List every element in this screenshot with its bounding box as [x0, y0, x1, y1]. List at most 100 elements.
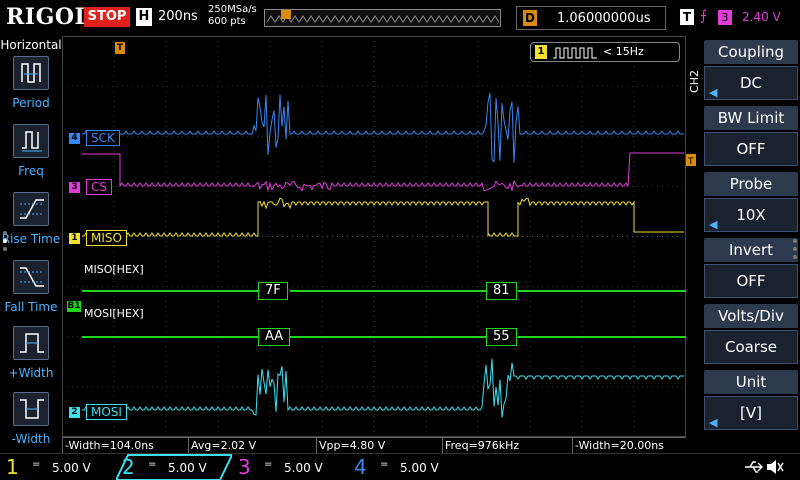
menu-item-label: +Width — [8, 366, 54, 380]
delay-label: D — [523, 10, 537, 26]
measurement-item[interactable]: -Width=20.00ns — [572, 437, 686, 453]
memory-depth: 600 pts — [208, 16, 246, 27]
channel-scale: 5.00 V — [284, 461, 323, 475]
mosi-waveform — [82, 358, 684, 418]
horizontal-measure-menu: Horizontal Period Freq Rise Time Fall Ti… — [0, 36, 62, 453]
waveform-grid — [62, 36, 686, 437]
measurement-item[interactable]: Avg=2.02 V — [188, 437, 316, 453]
trigger-label: T — [680, 9, 694, 25]
measurement-item[interactable]: Vpp=4.80 V — [316, 437, 442, 453]
menu-item-label: -Width — [11, 432, 51, 446]
trigger-level: 2.40 V — [742, 10, 781, 24]
memory-position-bar[interactable] — [264, 9, 501, 27]
trigger-level-marker-icon: T — [686, 154, 696, 166]
menu-item-title: Invert — [704, 238, 798, 262]
ch4-status[interactable]: 4 = 5.00 V — [348, 454, 464, 480]
menu-item-value: OFF — [704, 132, 798, 166]
menu-item-positive-width[interactable]: +Width — [0, 326, 62, 392]
menu-item-value: ◀ 10X — [704, 198, 798, 232]
ch1-status[interactable]: 1 = 5.00 V — [0, 454, 116, 480]
menu-item-fall-time[interactable]: Fall Time — [0, 260, 62, 326]
trigger-frequency-box: 1 < 15Hz — [530, 42, 680, 62]
menu-item-negative-width[interactable]: -Width — [0, 392, 62, 458]
bus1-marker[interactable]: B1 — [67, 301, 81, 312]
ch2-marker[interactable]: 2 — [69, 407, 80, 418]
period-icon — [13, 56, 49, 90]
coupling-icon: = — [32, 459, 41, 470]
bus-mosi-value: 55 — [486, 328, 517, 346]
menu-item-title: Volts/Div — [704, 304, 798, 328]
left-arrow-icon: ◀ — [709, 218, 718, 231]
memory-trigger-marker — [281, 10, 291, 19]
top-status-bar: RIGOL STOP H 200ns 250MSa/s 600 pts D 1.… — [0, 0, 800, 36]
menu-item-unit[interactable]: Unit ◀ [V] — [704, 370, 798, 432]
measurement-item[interactable]: -Width=104.0ns — [62, 437, 188, 453]
trigger-position-marker[interactable]: T — [115, 42, 125, 54]
menu-item-label: Rise Time — [1, 232, 61, 246]
ch4-label: SCK — [86, 130, 120, 146]
left-arrow-icon: ◀ — [709, 86, 718, 99]
bus-mosi-label: MOSI[HEX] — [84, 307, 144, 320]
menu-item-freq[interactable]: Freq — [0, 124, 62, 190]
sck-waveform — [82, 92, 684, 163]
menu-item-value: ◀ [V] — [704, 396, 798, 430]
channel-scale: 5.00 V — [168, 461, 207, 475]
menu-item-label: Fall Time — [4, 300, 58, 314]
menu-item-title: Coupling — [704, 40, 798, 64]
speaker-muted-icon[interactable] — [766, 459, 784, 475]
menu-item-value: ◀ DC — [704, 66, 798, 100]
menu-item-value: Coarse — [704, 330, 798, 364]
menu-item-title: BW Limit — [704, 106, 798, 130]
ch1-marker[interactable]: 1 — [69, 233, 80, 244]
trigger-freq-value: < 15Hz — [603, 45, 644, 58]
ch3-status[interactable]: 3 = 5.00 V — [232, 454, 348, 480]
fall-time-icon — [13, 260, 49, 294]
channel-number: 2 — [122, 455, 135, 479]
memory-waveform-preview — [266, 10, 500, 23]
menu-title: Horizontal — [0, 38, 62, 52]
bus-miso-value: 81 — [486, 282, 517, 300]
menu-page-dots — [793, 239, 797, 259]
channel2-menu: CH2 T Coupling ◀ DC BW Limit OFF Probe ◀ 1… — [686, 36, 800, 453]
menu-item-period[interactable]: Period — [0, 56, 62, 122]
cs-waveform — [82, 152, 684, 193]
brand-logo: RIGOL — [6, 4, 91, 30]
negative-width-icon — [13, 392, 49, 426]
menu-item-invert[interactable]: Invert OFF — [704, 238, 798, 300]
ch1-label: MISO — [86, 230, 127, 246]
waveform-display[interactable]: 1 < 15Hz 4 3 1 B1 2 SCK CS MISO MOSI MIS… — [62, 36, 686, 437]
run-stop-button[interactable]: STOP — [84, 7, 130, 27]
menu-item-rise-time[interactable]: Rise Time — [0, 192, 62, 258]
channel-status-bar: 1 = 5.00 V 2 = 5.00 V 3 = 5.00 V 4 = 5.0… — [0, 453, 800, 480]
menu-item-title: Probe — [704, 172, 798, 196]
menu-item-title: Unit — [704, 370, 798, 394]
acquisition-info: 250MSa/s 600 pts — [208, 4, 257, 28]
channel-scale: 5.00 V — [52, 461, 91, 475]
channel-number: 1 — [6, 455, 19, 479]
channel-scale: 5.00 V — [400, 461, 439, 475]
measurement-item[interactable]: Freq=976kHz — [442, 437, 572, 453]
menu-item-label: Freq — [18, 164, 44, 178]
menu-item-volts-div[interactable]: Volts/Div Coarse — [704, 304, 798, 366]
horizontal-indicator: H — [136, 8, 152, 26]
channel-number: 3 — [238, 455, 251, 479]
menu-item-coupling[interactable]: Coupling ◀ DC — [704, 40, 798, 102]
menu-item-bw-limit[interactable]: BW Limit OFF — [704, 106, 798, 168]
menu-item-probe[interactable]: Probe ◀ 10X — [704, 172, 798, 234]
ch3-label: CS — [86, 179, 112, 195]
miso-waveform — [82, 197, 684, 237]
menu-channel-tag: CH2 — [688, 70, 701, 93]
ch3-marker[interactable]: 3 — [69, 182, 80, 193]
timebase-value[interactable]: 200ns — [158, 9, 198, 24]
trigger-edge-icon: ⨍ — [700, 8, 708, 24]
coupling-icon: = — [264, 459, 273, 470]
ch2-status[interactable]: 2 = 5.00 V — [116, 454, 232, 480]
trigger-panel[interactable]: T ⨍ 3 2.40 V — [676, 6, 796, 30]
delay-panel[interactable]: D 1.06000000us — [516, 6, 666, 30]
bus-miso-value: 7F — [258, 282, 288, 300]
menu-item-label: Period — [12, 96, 50, 110]
rise-time-icon — [13, 192, 49, 226]
coupling-icon: = — [148, 459, 157, 470]
ch4-marker[interactable]: 4 — [69, 133, 80, 144]
ch2-label: MOSI — [86, 404, 127, 420]
